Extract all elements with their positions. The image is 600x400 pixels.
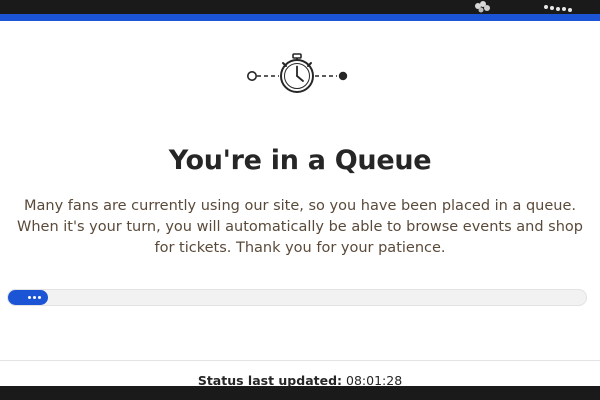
loading-dots-icon (28, 296, 41, 300)
filled-circle-icon (338, 71, 348, 81)
hero-lights-icon (544, 5, 572, 12)
queue-card: You're in a Queue Many fans are currentl… (0, 21, 600, 388)
queue-message: Many fans are currently using our site, … (17, 198, 583, 256)
queue-title: You're in a Queue (168, 145, 432, 176)
stopwatch-icon (280, 53, 314, 93)
hero-banner (0, 0, 600, 14)
footer-band (0, 386, 600, 400)
hero-decoration-icon (475, 1, 490, 13)
hollow-circle-icon (247, 70, 257, 81)
accent-bar (0, 14, 600, 21)
queue-progress-fill (8, 290, 48, 305)
status-divider (0, 360, 600, 361)
queue-timer-graphic (247, 53, 348, 93)
queue-progress-bar (7, 289, 587, 306)
